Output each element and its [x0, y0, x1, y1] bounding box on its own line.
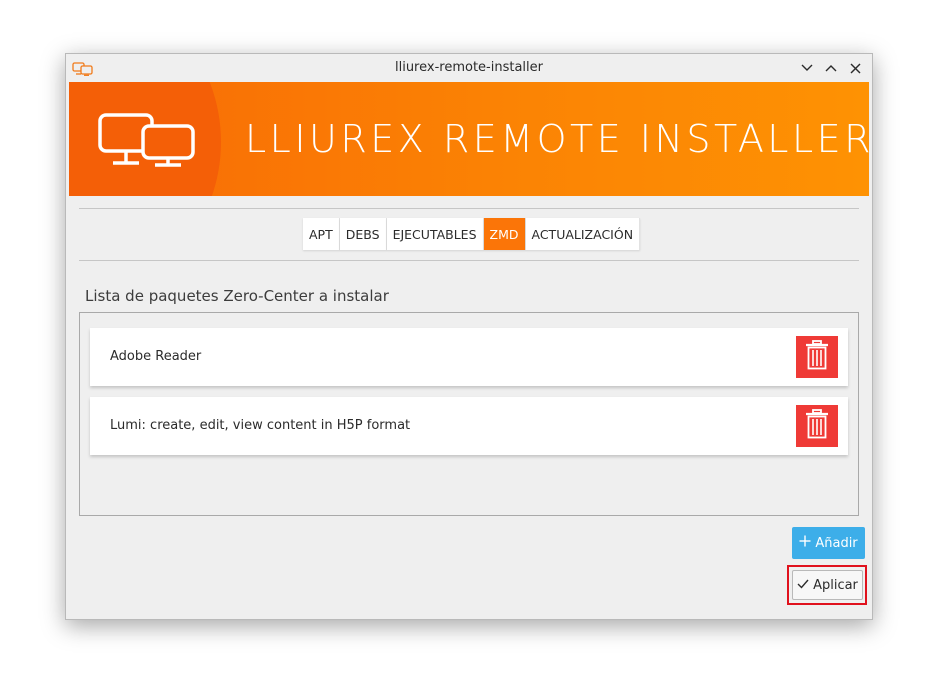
- delete-button[interactable]: [796, 405, 838, 447]
- minimize-icon[interactable]: [798, 59, 816, 77]
- add-button[interactable]: Añadir: [792, 527, 865, 559]
- tab-zmd[interactable]: ZMD: [483, 218, 526, 250]
- maximize-icon[interactable]: [822, 59, 840, 77]
- package-list: Adobe Reader Lumi: create, edit, view co…: [79, 312, 859, 516]
- check-icon: [797, 578, 809, 593]
- package-name: Adobe Reader: [110, 349, 202, 364]
- header-banner: LLIUREX REMOTE INSTALLER: [69, 82, 869, 196]
- section-label: Lista de paquetes Zero-Center a instalar: [85, 287, 389, 305]
- tab-apt[interactable]: APT: [303, 218, 340, 250]
- tab-debs[interactable]: DEBS: [339, 218, 387, 250]
- two-monitors-icon: [97, 112, 197, 168]
- list-item: Lumi: create, edit, view content in H5P …: [90, 397, 848, 455]
- tab-ejecutables[interactable]: EJECUTABLES: [386, 218, 484, 250]
- package-name: Lumi: create, edit, view content in H5P …: [110, 418, 411, 433]
- trash-icon: [805, 409, 829, 443]
- title-bar[interactable]: lliurex-remote-installer: [66, 54, 872, 82]
- tab-actualizacion[interactable]: ACTUALIZACIÓN: [525, 218, 641, 250]
- app-window: lliurex-remote-installer LLIUREX REMOTE …: [65, 53, 873, 620]
- tab-bar: APT DEBS EJECUTABLES ZMD ACTUALIZACIÓN: [303, 218, 641, 250]
- tabs-divider: [79, 260, 859, 261]
- apply-button[interactable]: Aplicar: [792, 570, 863, 600]
- add-button-label: Añadir: [815, 535, 858, 551]
- window-title: lliurex-remote-installer: [394, 60, 543, 75]
- plus-icon: [799, 535, 811, 551]
- trash-icon: [805, 340, 829, 374]
- close-icon[interactable]: [846, 59, 864, 77]
- banner-title: LLIUREX REMOTE INSTALLER: [245, 117, 869, 161]
- delete-button[interactable]: [796, 336, 838, 378]
- apply-button-label: Aplicar: [813, 577, 858, 593]
- top-divider: [79, 208, 859, 209]
- list-item: Adobe Reader: [90, 328, 848, 386]
